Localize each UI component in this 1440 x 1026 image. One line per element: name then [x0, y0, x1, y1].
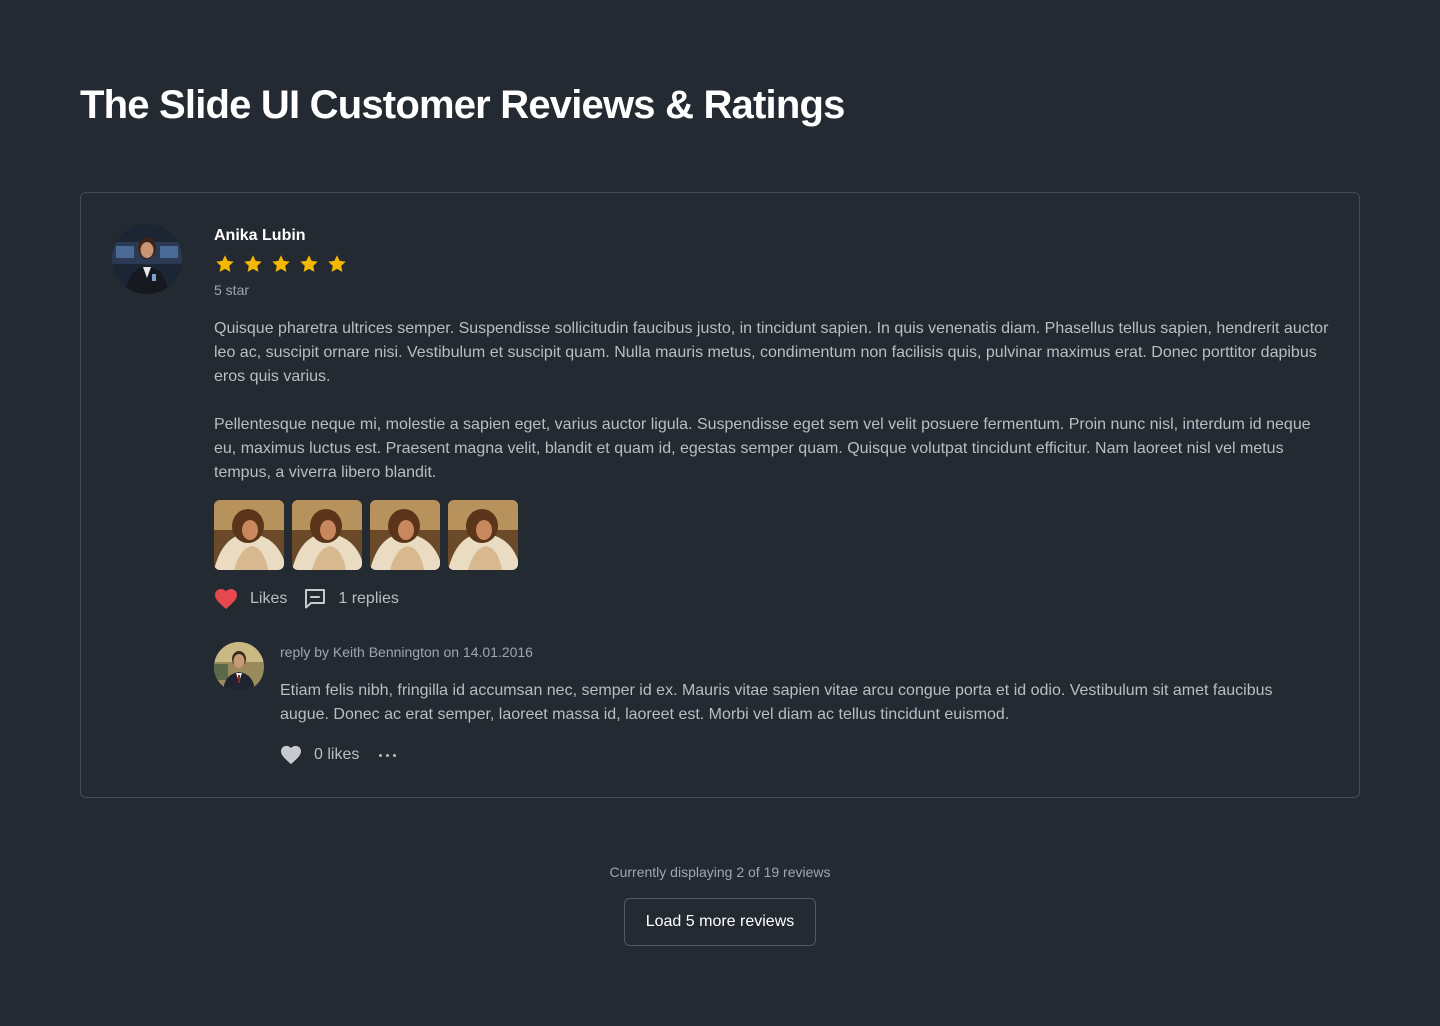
review-photo[interactable]: [448, 500, 518, 570]
reply-avatar[interactable]: [214, 642, 264, 692]
reviewer-name: Anika Lubin: [214, 227, 306, 244]
rating-label: 5 star: [214, 282, 250, 298]
reply-likes-label: 0 likes: [314, 746, 360, 763]
reply-like-button[interactable]: 0 likes: [280, 745, 359, 765]
replies-button[interactable]: 1 replies: [304, 588, 399, 610]
likes-label: Likes: [250, 590, 288, 607]
reply-actions: 0 likes: [280, 743, 397, 767]
review-photo[interactable]: [370, 500, 440, 570]
review-text: Quisque pharetra ultrices semper. Suspen…: [214, 317, 1332, 485]
page-title: The Slide UI Customer Reviews & Ratings: [80, 83, 845, 127]
replies-label: 1 replies: [338, 590, 399, 607]
heart-icon: [281, 745, 301, 765]
rating-stars: [214, 253, 348, 275]
star-icon: [300, 255, 318, 272]
load-more-button[interactable]: Load 5 more reviews: [624, 898, 816, 946]
star-icon: [216, 255, 234, 272]
review-photo[interactable]: [292, 500, 362, 570]
comment-icon: [305, 589, 326, 609]
more-horizontal-icon: [379, 753, 383, 757]
star-icon: [328, 255, 346, 272]
reviews-page: The Slide UI Customer Reviews & Ratings …: [0, 0, 1440, 1026]
star-icon: [272, 255, 290, 272]
review-photos: [214, 500, 518, 570]
review-photo[interactable]: [214, 500, 284, 570]
review-paragraph: Quisque pharetra ultrices semper. Suspen…: [214, 320, 1329, 385]
review-card: Anika Lubin 5 star Quisque pharetra ultr…: [80, 192, 1360, 798]
reviewer-avatar[interactable]: [112, 224, 182, 294]
more-options-button[interactable]: [379, 750, 397, 761]
review-count-text: Currently displaying 2 of 19 reviews: [609, 864, 831, 880]
reply-meta: reply by Keith Bennington on 14.01.2016: [280, 644, 533, 660]
heart-icon: [215, 589, 237, 609]
reply-text: Etiam felis nibh, fringilla id accumsan …: [280, 682, 1273, 723]
review-paragraph: Pellentesque neque mi, molestie a sapien…: [214, 416, 1311, 481]
like-button[interactable]: Likes: [214, 588, 287, 610]
review-actions: Likes 1 replies: [214, 587, 399, 611]
star-icon: [244, 255, 262, 272]
